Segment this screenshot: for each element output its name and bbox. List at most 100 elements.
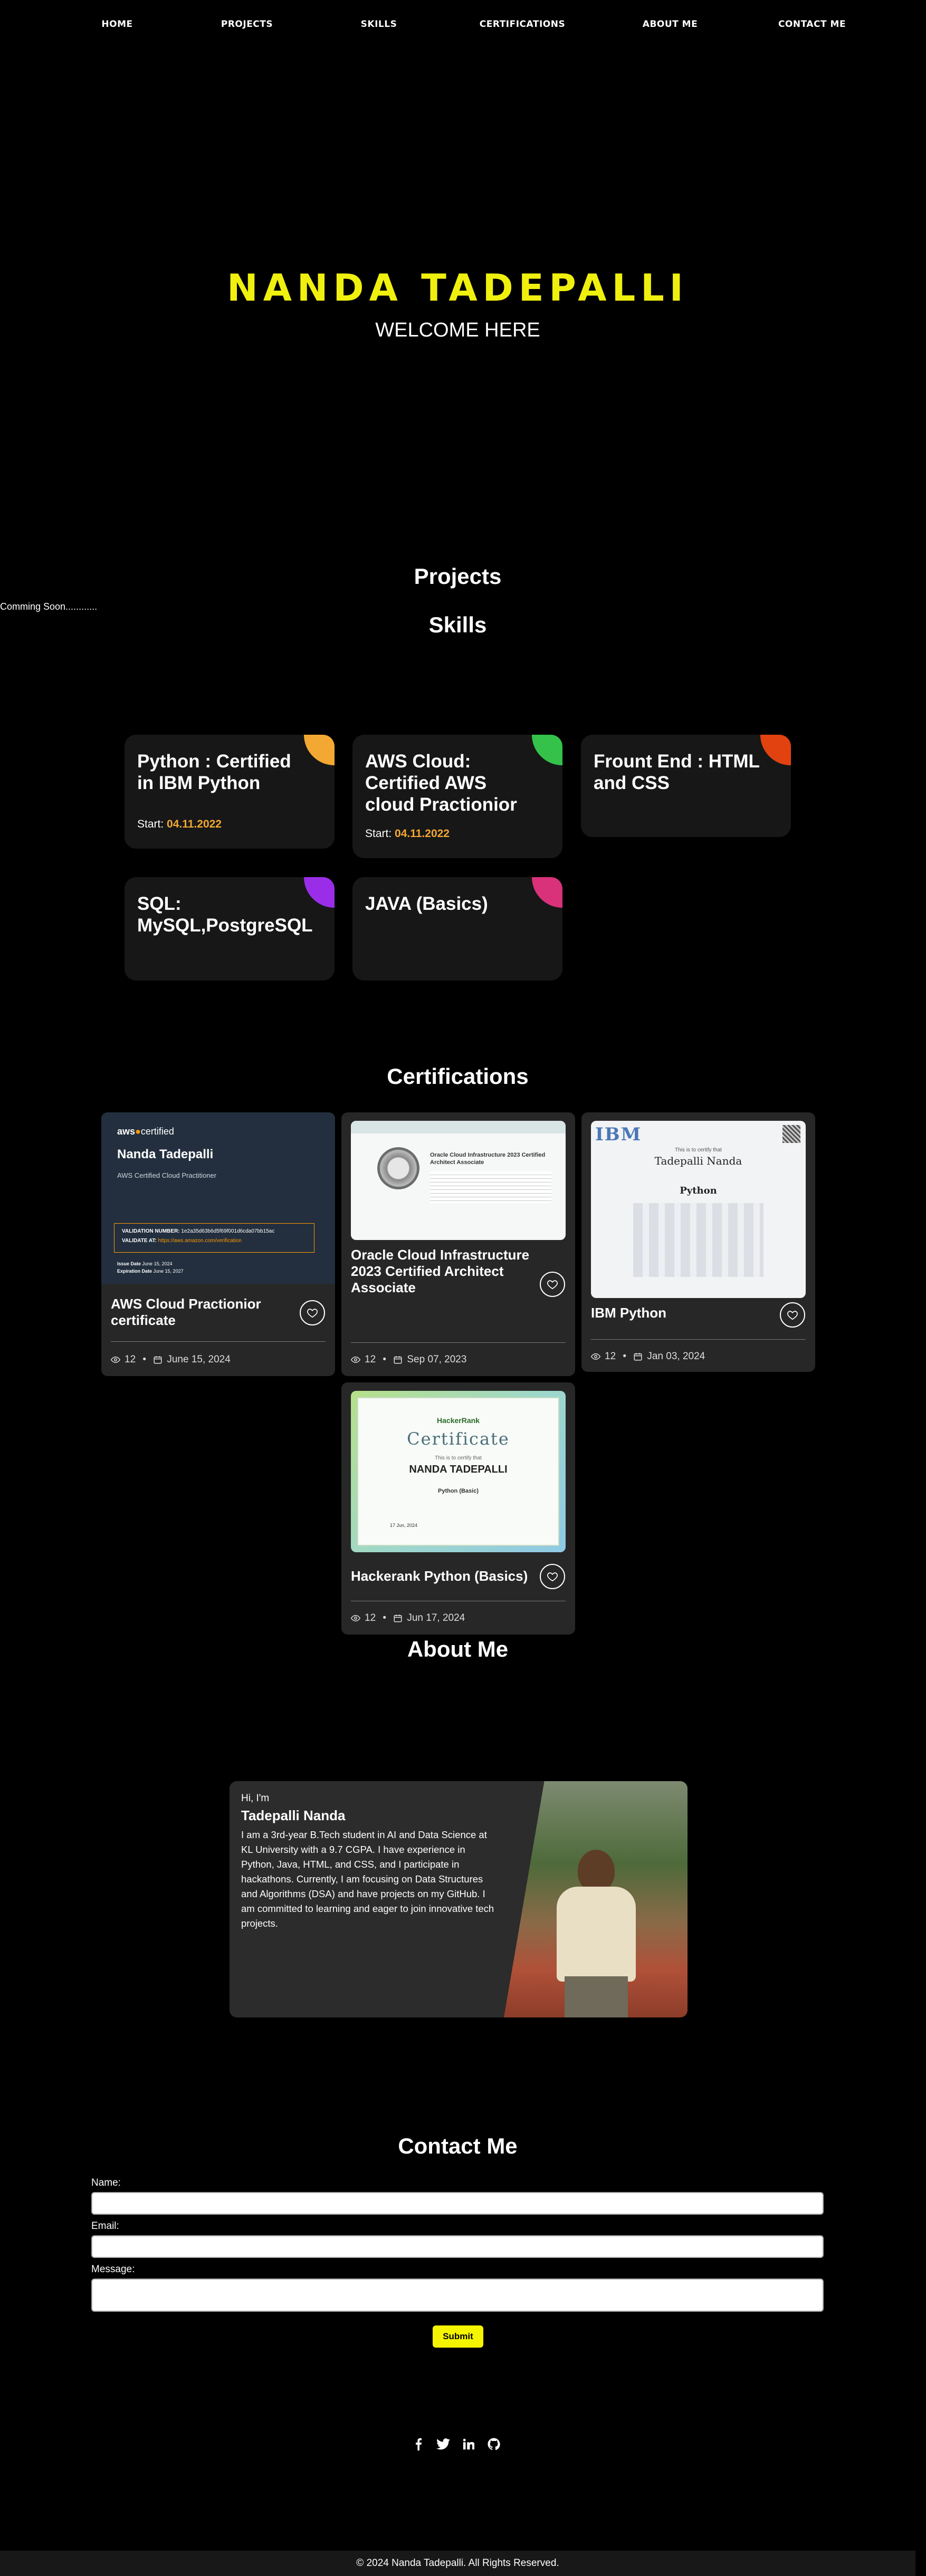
hackerrank-holder: NANDA TADEPALLI xyxy=(409,1464,508,1475)
hackerrank-certificate-image: HackerRank Certificate This is to certif… xyxy=(351,1391,566,1552)
aws-logo: aws●certified xyxy=(117,1126,174,1137)
cert-card-ibm[interactable]: IBM This is to certify that Tadepalli Na… xyxy=(581,1112,815,1372)
skill-title: Frount End : HTML and CSS xyxy=(594,751,760,793)
oracle-certificate-image: Oracle Cloud Infrastructure 2023 Certifi… xyxy=(351,1121,566,1240)
cert-card-aws[interactable]: aws●certified Nanda Tadepalli AWS Certif… xyxy=(101,1112,335,1376)
card-divider xyxy=(591,1339,806,1340)
skill-title: AWS Cloud: Certified AWS cloud Practioni… xyxy=(365,751,517,815)
eye-icon xyxy=(351,1614,360,1622)
email-field[interactable] xyxy=(91,2235,824,2258)
card-divider xyxy=(111,1341,326,1342)
cert-card-oracle[interactable]: Oracle Cloud Infrastructure 2023 Certifi… xyxy=(341,1112,575,1376)
hackerrank-inner-frame: HackerRank Certificate This is to certif… xyxy=(357,1397,559,1546)
about-name: Tadepalli Nanda xyxy=(241,1808,346,1823)
cert-date: June 15, 2024 xyxy=(167,1354,231,1365)
oracle-badge-icon xyxy=(377,1147,419,1189)
cert-name: AWS Cloud Practionior certificate xyxy=(111,1296,261,1328)
cert-meta: 12 • Sep 07, 2023 xyxy=(351,1354,466,1366)
ibm-logo: IBM xyxy=(595,1124,642,1145)
skill-title: Python : Certified in IBM Python xyxy=(137,751,291,793)
ibm-intro: This is to certify that xyxy=(675,1147,722,1153)
calendar-icon xyxy=(394,1356,402,1364)
nav-skills[interactable]: SKILLS xyxy=(361,19,397,30)
nav-contact-me[interactable]: CONTACT ME xyxy=(778,19,846,30)
qr-code-icon xyxy=(782,1125,800,1143)
favorite-button[interactable] xyxy=(300,1300,325,1325)
copyright-text: © 2024 Nanda Tadepalli. All Rights Reser… xyxy=(356,2558,559,2569)
skill-start: Start: 04.11.2022 xyxy=(137,818,222,830)
cert-date: Jun 17, 2024 xyxy=(407,1612,465,1623)
photo-shirt-shape xyxy=(557,1887,636,1982)
ibm-watermark xyxy=(633,1203,763,1277)
projects-title: Projects xyxy=(414,564,502,589)
submit-button[interactable]: Submit xyxy=(433,2325,483,2348)
card-divider xyxy=(351,1342,566,1343)
cert-name: IBM Python xyxy=(591,1305,666,1321)
ibm-course: Python xyxy=(680,1185,717,1196)
hackerrank-logo: HackerRank xyxy=(437,1416,480,1425)
message-label: Message: xyxy=(91,2264,135,2275)
contact-title: Contact Me xyxy=(398,2133,518,2158)
aws-certificate-image: aws●certified Nanda Tadepalli AWS Certif… xyxy=(101,1112,335,1284)
about-greeting: Hi, I'm xyxy=(241,1793,270,1804)
eye-icon xyxy=(111,1356,120,1363)
name-label: Name: xyxy=(91,2177,121,2188)
cert-date: Sep 07, 2023 xyxy=(407,1354,467,1365)
aws-cert-title: AWS Certified Cloud Practitioner xyxy=(117,1171,217,1179)
cert-meta: 12 • June 15, 2024 xyxy=(111,1354,231,1366)
profile-photo xyxy=(504,1781,688,2017)
skill-start: Start: 04.11.2022 xyxy=(365,828,450,840)
cert-card-hackerrank[interactable]: HackerRank Certificate This is to certif… xyxy=(341,1382,575,1635)
twitter-icon[interactable] xyxy=(435,2436,452,2453)
calendar-icon xyxy=(634,1353,642,1361)
skill-card-java: JAVA (Basics) xyxy=(352,877,562,981)
top-nav: HOME PROJECTS SKILLS CERTIFICATIONS ABOU… xyxy=(0,0,926,50)
view-count: 12 xyxy=(605,1351,616,1362)
meta-separator: • xyxy=(380,1354,389,1365)
facebook-icon[interactable] xyxy=(410,2436,427,2453)
favorite-button[interactable] xyxy=(540,1272,565,1297)
eye-icon xyxy=(351,1356,360,1363)
calendar-icon xyxy=(394,1614,402,1622)
skill-card-sql: SQL: MySQL,PostgreSQL xyxy=(125,877,335,981)
skill-title: SQL: MySQL,PostgreSQL xyxy=(137,893,313,936)
calendar-icon xyxy=(154,1356,162,1364)
about-card: Hi, I'm Tadepalli Nanda I am a 3rd-year … xyxy=(230,1781,688,2017)
meta-separator: • xyxy=(140,1354,149,1365)
cert-name: Oracle Cloud Infrastructure 2023 Certifi… xyxy=(351,1247,530,1295)
favorite-button[interactable] xyxy=(780,1302,805,1328)
nav-about-me[interactable]: ABOUT ME xyxy=(643,19,698,30)
certifications-title: Certifications xyxy=(387,1064,529,1089)
hackerrank-certificate-word: Certificate xyxy=(407,1429,510,1449)
meta-separator: • xyxy=(380,1612,389,1623)
heart-icon xyxy=(547,1280,558,1290)
name-field[interactable] xyxy=(91,2192,824,2215)
oracle-text-lines xyxy=(430,1171,551,1203)
footer: © 2024 Nanda Tadepalli. All Rights Reser… xyxy=(0,2551,915,2576)
nav-projects[interactable]: PROJECTS xyxy=(221,19,273,30)
nav-certifications[interactable]: CERTIFICATIONS xyxy=(480,19,565,30)
skill-card-frontend: Frount End : HTML and CSS xyxy=(581,735,791,837)
hero-subtitle: WELCOME HERE xyxy=(375,319,540,341)
ibm-certificate-image: IBM This is to certify that Tadepalli Na… xyxy=(591,1121,806,1298)
eye-icon xyxy=(591,1353,600,1360)
aws-dates: Issue Date June 15, 2024 Expiration Date… xyxy=(117,1261,184,1274)
coming-soon-text: Comming Soon............ xyxy=(0,601,98,612)
cert-meta: 12 • Jun 17, 2024 xyxy=(351,1612,465,1624)
oracle-header-band xyxy=(351,1121,566,1133)
view-count: 12 xyxy=(365,1612,376,1623)
cert-meta: 12 • Jan 03, 2024 xyxy=(591,1351,705,1362)
favorite-button[interactable] xyxy=(540,1564,565,1589)
ibm-holder: Tadepalli Nanda xyxy=(654,1155,742,1167)
github-icon[interactable] xyxy=(485,2436,502,2453)
linkedin-icon[interactable] xyxy=(460,2436,477,2453)
view-count: 12 xyxy=(365,1354,376,1365)
skills-title: Skills xyxy=(428,612,487,637)
skill-card-aws: AWS Cloud: Certified AWS cloud Practioni… xyxy=(352,735,562,858)
nav-home[interactable]: HOME xyxy=(101,19,132,30)
message-textarea[interactable] xyxy=(91,2279,824,2312)
hackerrank-date: 17 Jun, 2024 xyxy=(390,1523,418,1528)
heart-icon xyxy=(307,1309,318,1318)
oracle-cert-heading: Oracle Cloud Infrastructure 2023 Certifi… xyxy=(430,1152,546,1166)
aws-validation-box: VALIDATION NUMBER: 1e2a35d63b6d5f69f001d… xyxy=(114,1223,314,1253)
